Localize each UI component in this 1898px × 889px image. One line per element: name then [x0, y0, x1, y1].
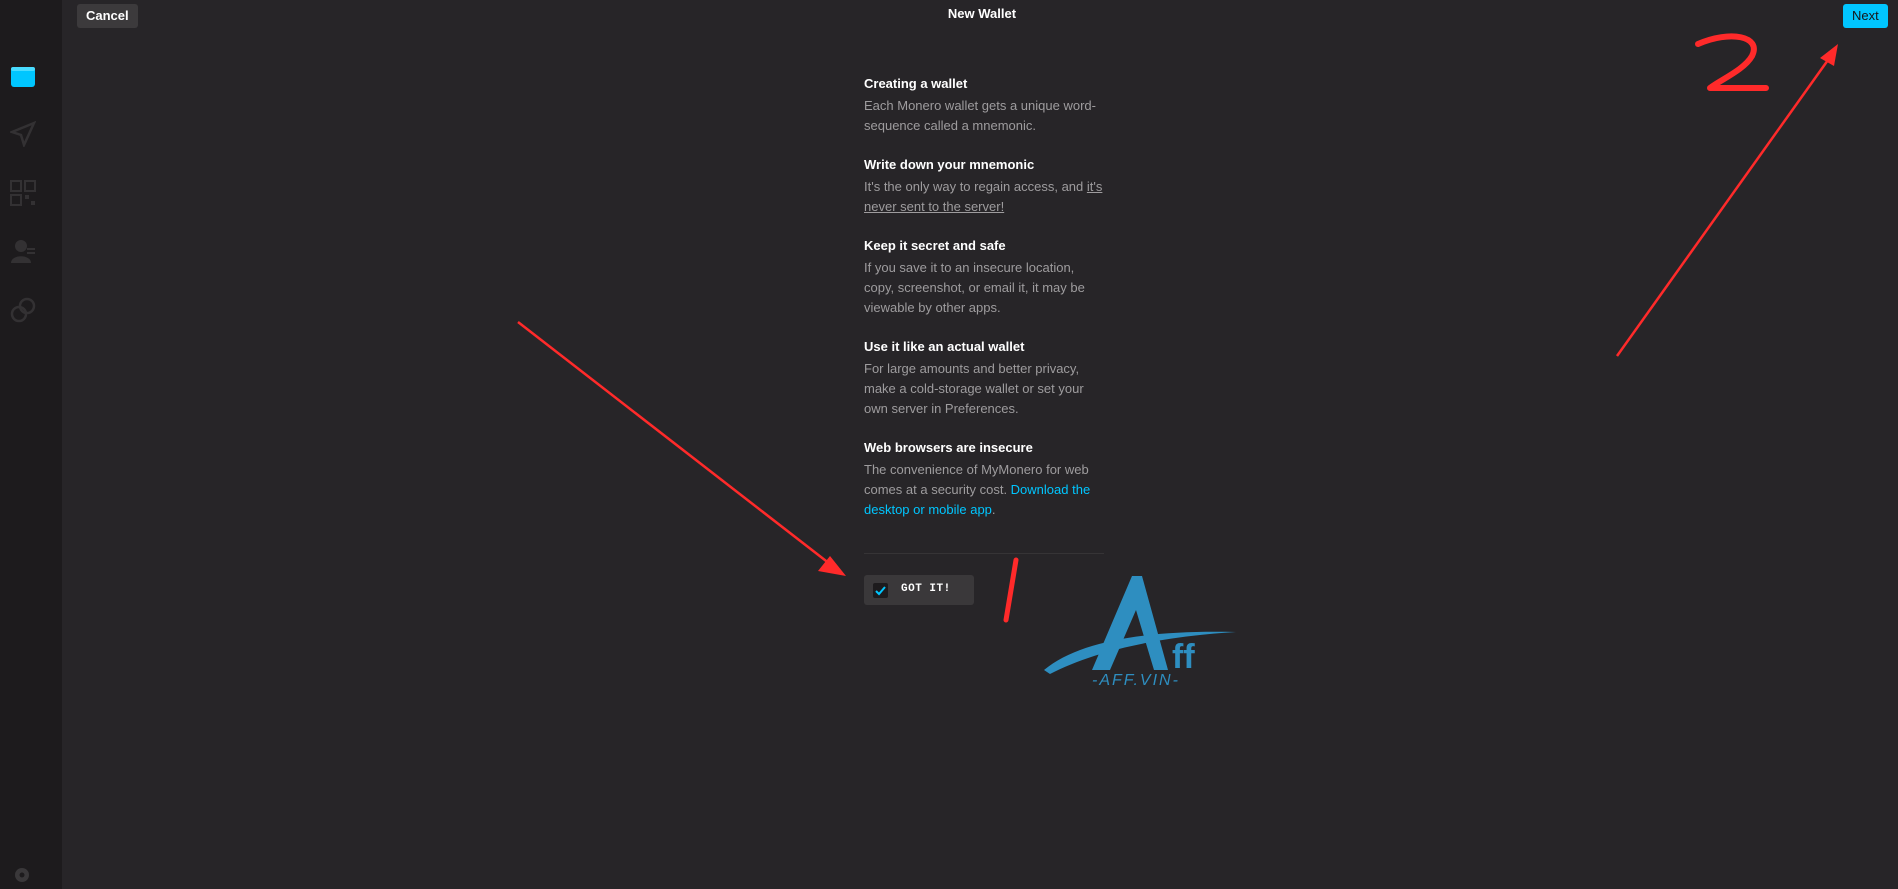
- handwritten-one: [1003, 557, 1019, 623]
- divider: [864, 553, 1104, 554]
- svg-text:ff: ff: [1172, 638, 1195, 676]
- section-text: For large amounts and better privacy, ma…: [864, 361, 1084, 416]
- section-title: Creating a wallet: [864, 76, 968, 91]
- send-icon[interactable]: [10, 121, 36, 147]
- next-button[interactable]: Next: [1843, 4, 1888, 28]
- section-text: It's the only way to regain access, and …: [864, 177, 1104, 217]
- got-it-label: GOT IT!: [901, 583, 951, 595]
- info-list: Creating a wallet Each Monero wallet get…: [864, 74, 1104, 539]
- settings-icon[interactable]: [13, 866, 31, 884]
- arrow-to-next: [1615, 44, 1838, 357]
- section-title: Keep it secret and safe: [864, 238, 1006, 253]
- checkmark-icon: [875, 586, 886, 596]
- section-actual-wallet: Use it like an actual wallet For large a…: [864, 337, 1104, 419]
- contacts-icon[interactable]: [10, 238, 36, 264]
- wallets-icon[interactable]: [10, 64, 36, 90]
- section-text-part: .: [991, 502, 996, 517]
- arrow-to-checkbox: [517, 321, 846, 576]
- checkbox-box[interactable]: [873, 583, 888, 598]
- section-title: Use it like an actual wallet: [864, 339, 1025, 354]
- watermark-text: -AFF.VIN-: [1092, 672, 1180, 689]
- section-text: Each Monero wallet gets a unique word-se…: [864, 98, 1096, 133]
- sidebar: [0, 0, 62, 889]
- handwritten-two: [1695, 33, 1769, 91]
- section-write-mnemonic: Write down your mnemonic It's the only w…: [864, 155, 1104, 217]
- section-browsers-insecure: Web browsers are insecure The convenienc…: [864, 438, 1104, 520]
- request-icon[interactable]: [10, 180, 36, 206]
- section-title: Write down your mnemonic: [864, 157, 1035, 172]
- exchange-icon[interactable]: [10, 297, 36, 323]
- section-text-part: It's the only way to regain access, and: [864, 179, 1087, 194]
- got-it-checkbox[interactable]: GOT IT!: [864, 575, 974, 605]
- section-text: If you save it to an insecure location, …: [864, 260, 1085, 315]
- section-keep-secret: Keep it secret and safe If you save it t…: [864, 236, 1104, 318]
- section-text: The convenience of MyMonero for web come…: [864, 460, 1104, 520]
- page-title: New Wallet: [947, 6, 1017, 21]
- section-creating-wallet: Creating a wallet Each Monero wallet get…: [864, 74, 1104, 136]
- section-title: Web browsers are insecure: [864, 440, 1033, 455]
